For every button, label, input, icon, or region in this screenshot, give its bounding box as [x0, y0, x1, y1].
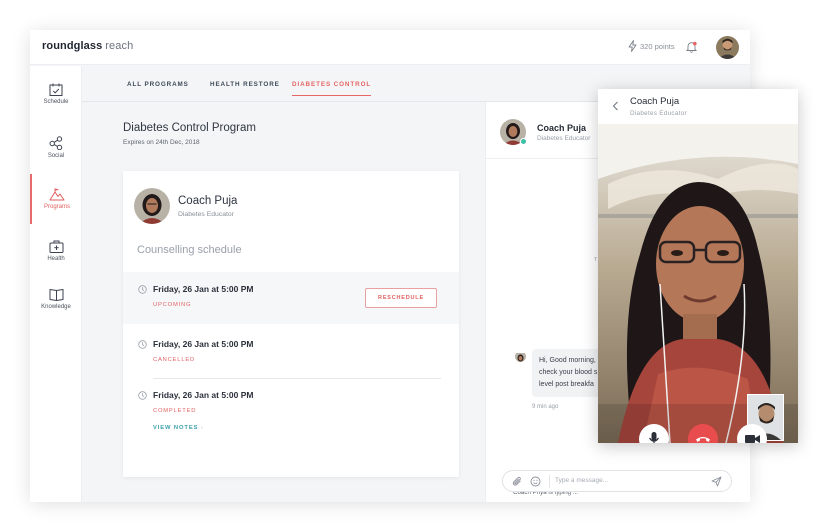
video-header: Coach Puja Diabetes Educator [598, 89, 798, 124]
sidebar-item-label: Schedule [43, 99, 69, 105]
microphone-button[interactable] [639, 424, 669, 443]
send-icon[interactable] [711, 476, 722, 487]
session-time: Friday, 26 Jan at 5:00 PM [153, 390, 254, 400]
divider [549, 475, 550, 488]
online-status-dot [520, 138, 527, 145]
emoji-icon[interactable] [530, 476, 541, 487]
tab-diabetes-control[interactable]: DIABETES CONTROL [292, 81, 372, 96]
back-arrow-icon[interactable] [612, 101, 619, 111]
coach-avatar [134, 188, 170, 224]
message-input[interactable]: Type a message... [555, 477, 608, 484]
user-avatar[interactable] [716, 36, 739, 59]
sidebar-item-label: Knowledge [41, 304, 71, 310]
microphone-icon [649, 432, 659, 443]
brand-name: roundglass [42, 40, 103, 52]
video-contact-role: Diabetes Educator [630, 110, 687, 117]
video-feed [598, 124, 798, 443]
counselling-card: Coach Puja Diabetes Educator Counselling… [123, 171, 459, 477]
chat-contact-role: Diabetes Educator [537, 135, 591, 142]
share-icon [49, 135, 63, 150]
hang-up-icon [696, 437, 710, 442]
sidebar-item-programs[interactable]: Programs [30, 174, 82, 224]
schedule-title: Counselling schedule [137, 244, 242, 256]
end-call-button[interactable] [688, 424, 718, 443]
session-status: UPCOMING [153, 302, 192, 308]
clock-icon [138, 391, 147, 400]
notification-bell-icon[interactable] [686, 41, 697, 53]
camera-button[interactable] [737, 424, 767, 443]
chevron-right-icon: › [200, 425, 204, 431]
mountain-icon [49, 188, 65, 201]
sidebar-item-label: Programs [43, 204, 70, 210]
session-status: CANCELLED [153, 357, 195, 363]
program-expiry: Expires on 24th Dec, 2018 [123, 139, 200, 146]
points-indicator[interactable]: 320 points [628, 40, 675, 52]
tab-all-programs[interactable]: ALL PROGRAMS [127, 81, 189, 95]
tab-health-restore[interactable]: HEALTH RESTORE [210, 81, 280, 95]
session-item: Friday, 26 Jan at 5:00 PM CANCELLED [123, 328, 459, 378]
book-icon [49, 289, 63, 301]
clock-icon [138, 285, 147, 294]
session-status: COMPLETED [153, 408, 197, 414]
coach-name: Coach Puja [178, 195, 238, 207]
lightning-icon [628, 40, 637, 52]
medical-kit-icon [49, 240, 63, 253]
reschedule-button[interactable]: RESCHEDULE [365, 288, 437, 308]
brand-logo[interactable]: roundglass reach [42, 40, 133, 52]
video-call-panel: Coach Puja Diabetes Educator [598, 89, 798, 443]
sidebar-item-health[interactable]: Health [30, 226, 82, 276]
clock-icon [138, 340, 147, 349]
top-bar: roundglass reach 320 points [30, 30, 750, 65]
sidebar-item-schedule[interactable]: Schedule [30, 69, 82, 119]
day-marker: T [594, 257, 598, 263]
brand-suffix: reach [105, 40, 134, 52]
message-avatar [515, 351, 526, 362]
sidebar: Schedule Social Programs Health Knowledg… [30, 66, 82, 502]
message-timestamp: 9 min ago [532, 404, 559, 410]
sidebar-item-label: Health [47, 256, 65, 262]
message-composer: Type a message... [502, 470, 732, 492]
attachment-icon[interactable] [512, 476, 523, 487]
session-item: Friday, 26 Jan at 5:00 PM COMPLETED VIEW… [123, 379, 459, 439]
session-item: Friday, 26 Jan at 5:00 PM UPCOMING RESCH… [123, 272, 459, 324]
points-label: 320 points [640, 41, 675, 51]
session-time: Friday, 26 Jan at 5:00 PM [153, 339, 254, 349]
video-camera-icon [745, 435, 760, 443]
coach-role: Diabetes Educator [178, 211, 234, 218]
sidebar-item-social[interactable]: Social [30, 122, 82, 172]
page-title: Diabetes Control Program [123, 122, 256, 134]
session-time: Friday, 26 Jan at 5:00 PM [153, 284, 254, 294]
sidebar-item-label: Social [47, 152, 65, 159]
video-contact-name: Coach Puja [630, 96, 680, 107]
sidebar-item-knowledge[interactable]: Knowledge [30, 274, 82, 324]
calendar-icon [49, 83, 63, 96]
view-notes-label: VIEW NOTES [153, 425, 199, 431]
chat-contact-name: Coach Puja [537, 123, 587, 133]
view-notes-link[interactable]: VIEW NOTES › [153, 425, 204, 431]
